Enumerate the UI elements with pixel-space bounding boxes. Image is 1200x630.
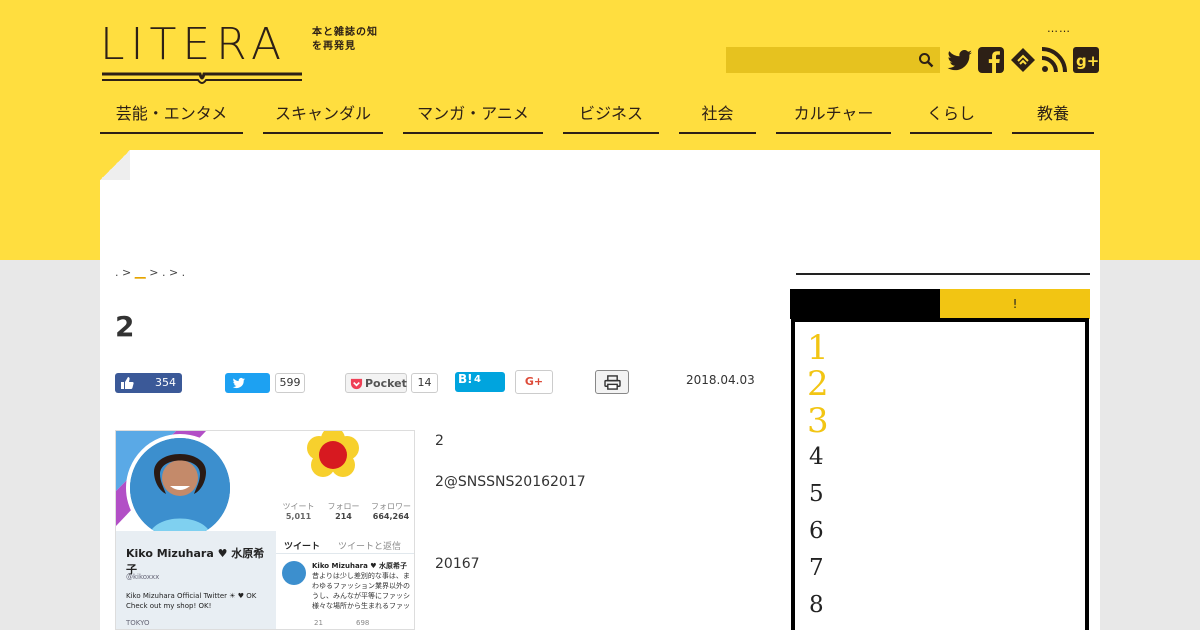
article-paragraph: 2 <box>435 433 444 449</box>
ranking-tabs: ! <box>790 289 1090 319</box>
search-bar <box>726 47 940 73</box>
tweet-author: Kiko Mizuhara ♥ 水原希子 <box>312 562 407 570</box>
profile-location: TOKYO <box>126 619 150 627</box>
sidebar-divider <box>796 273 1090 275</box>
page-fold-corner <box>100 150 130 180</box>
nav-item-society[interactable]: 社会 <box>679 100 756 134</box>
rank-number[interactable]: 8 <box>809 592 824 618</box>
ranking-list: 1 2 3 4 5 6 7 8 <box>791 318 1089 630</box>
tweet-reply-count[interactable]: 21 <box>314 619 323 627</box>
pocket-count: 14 <box>411 373 438 393</box>
site-logo[interactable]: LITERA 本と雑誌の知を再発見 <box>100 18 380 86</box>
rank-number[interactable]: 3 <box>807 401 829 441</box>
twitter-bird-icon <box>232 377 245 389</box>
twitter-icon[interactable] <box>946 46 974 74</box>
rank-number[interactable]: 4 <box>809 444 824 470</box>
tweet-button[interactable] <box>225 373 270 393</box>
nav-item-culture[interactable]: カルチャー <box>776 100 891 134</box>
pocket-button[interactable]: Pocket <box>345 373 407 393</box>
pocket-label: Pocket <box>365 377 407 390</box>
tab-tweets[interactable]: ツイート <box>284 539 320 552</box>
ranking-tab-secondary[interactable]: ! <box>940 289 1090 319</box>
breadcrumb-separator: > <box>149 266 159 279</box>
svg-text:g+: g+ <box>1076 52 1099 70</box>
breadcrumb-item[interactable]: . <box>162 266 166 279</box>
facebook-like-button[interactable]: 354 <box>115 373 182 393</box>
stat-followers[interactable]: フォロワー 664,264 <box>366 501 414 521</box>
nav-item-education[interactable]: 教養 <box>1012 100 1094 134</box>
search-input[interactable] <box>726 47 906 73</box>
tweet-timeline: ツイート ツイートと返信 Kiko Mizuhara ♥ 水原希子 昔よりは少し… <box>276 531 414 629</box>
article-paragraph: 20167 <box>435 556 480 572</box>
top-menu-dots[interactable]: …… <box>1047 22 1071 35</box>
feedly-icon[interactable] <box>1009 46 1037 74</box>
nav-item-scandal[interactable]: スキャンダル <box>263 100 383 134</box>
rank-number[interactable]: 5 <box>809 481 824 507</box>
logo-tagline: 本と雑誌の知を再発見 <box>312 27 378 52</box>
nav-item-business[interactable]: ビジネス <box>563 100 659 134</box>
googleplus-share-button[interactable]: G+ <box>515 370 553 394</box>
tab-tweets-replies[interactable]: ツイートと返信 <box>338 539 401 552</box>
tweet-avatar <box>282 561 306 585</box>
rank-number[interactable]: 6 <box>809 518 824 544</box>
nav-item-lifestyle[interactable]: くらし <box>910 100 992 134</box>
stat-following[interactable]: フォロー 214 <box>321 501 366 521</box>
print-button[interactable] <box>595 370 629 394</box>
tweet-retweet-count[interactable]: 698 <box>356 619 369 627</box>
profile-sidebar: Kiko Mizuhara ♥ 水原希子 @kikoxxx Kiko Mizuh… <box>116 531 276 629</box>
rank-number[interactable]: 7 <box>809 555 824 581</box>
breadcrumb-separator: > <box>168 266 179 279</box>
avatar <box>126 434 234 542</box>
facebook-icon[interactable] <box>977 46 1005 74</box>
divider <box>276 553 414 554</box>
ranking-tab-primary[interactable] <box>790 289 940 319</box>
main-navigation: 芸能・エンタメ スキャンダル マンガ・アニメ ビジネス 社会 カルチャー くらし… <box>100 100 1100 136</box>
nav-item-entertainment[interactable]: 芸能・エンタメ <box>100 100 243 134</box>
hatena-bookmark-button[interactable]: B! 4 <box>455 372 505 392</box>
hatena-label: B! <box>458 372 473 386</box>
pocket-icon <box>350 378 363 390</box>
article-title: 2 <box>115 310 135 343</box>
breadcrumb: . > __ > . > . <box>115 266 185 279</box>
nav-item-manga-anime[interactable]: マンガ・アニメ <box>403 100 543 134</box>
tweet-text: 昔よりは少し差別的な事は、ま わゆるファッション業界以外の うし、みんなが平等に… <box>312 572 410 610</box>
article-date: 2018.04.03 <box>686 373 755 387</box>
profile-handle: @kikoxxx <box>126 573 160 581</box>
facebook-count: 354 <box>155 376 176 389</box>
tweet-count: 599 <box>275 373 305 393</box>
googleplus-icon[interactable]: g+ <box>1072 46 1100 74</box>
hatena-count: 4 <box>474 374 481 385</box>
rss-icon[interactable] <box>1040 46 1068 74</box>
open-book-icon <box>102 72 302 84</box>
thumbs-up-icon <box>121 377 134 389</box>
breadcrumb-separator: > <box>122 266 132 279</box>
breadcrumb-link[interactable]: __ <box>135 266 146 279</box>
profile-bio: Kiko Mizuhara Official Twitter ☀ ♥ OK Ch… <box>126 592 257 610</box>
rank-number[interactable]: 1 <box>807 328 829 368</box>
article-image[interactable]: ツイート 5,011 フォロー 214 フォロワー 664,264 Kiko M… <box>115 430 415 630</box>
printer-icon <box>604 375 621 390</box>
logo-wordmark: LITERA <box>100 19 288 70</box>
stat-tweets[interactable]: ツイート 5,011 <box>276 501 321 521</box>
breadcrumb-item[interactable]: . <box>115 266 119 279</box>
article-paragraph: 2@SNSSNS20162017 <box>435 474 586 490</box>
breadcrumb-current: . <box>181 266 186 279</box>
rank-number[interactable]: 2 <box>807 364 829 404</box>
search-icon[interactable] <box>918 52 934 68</box>
